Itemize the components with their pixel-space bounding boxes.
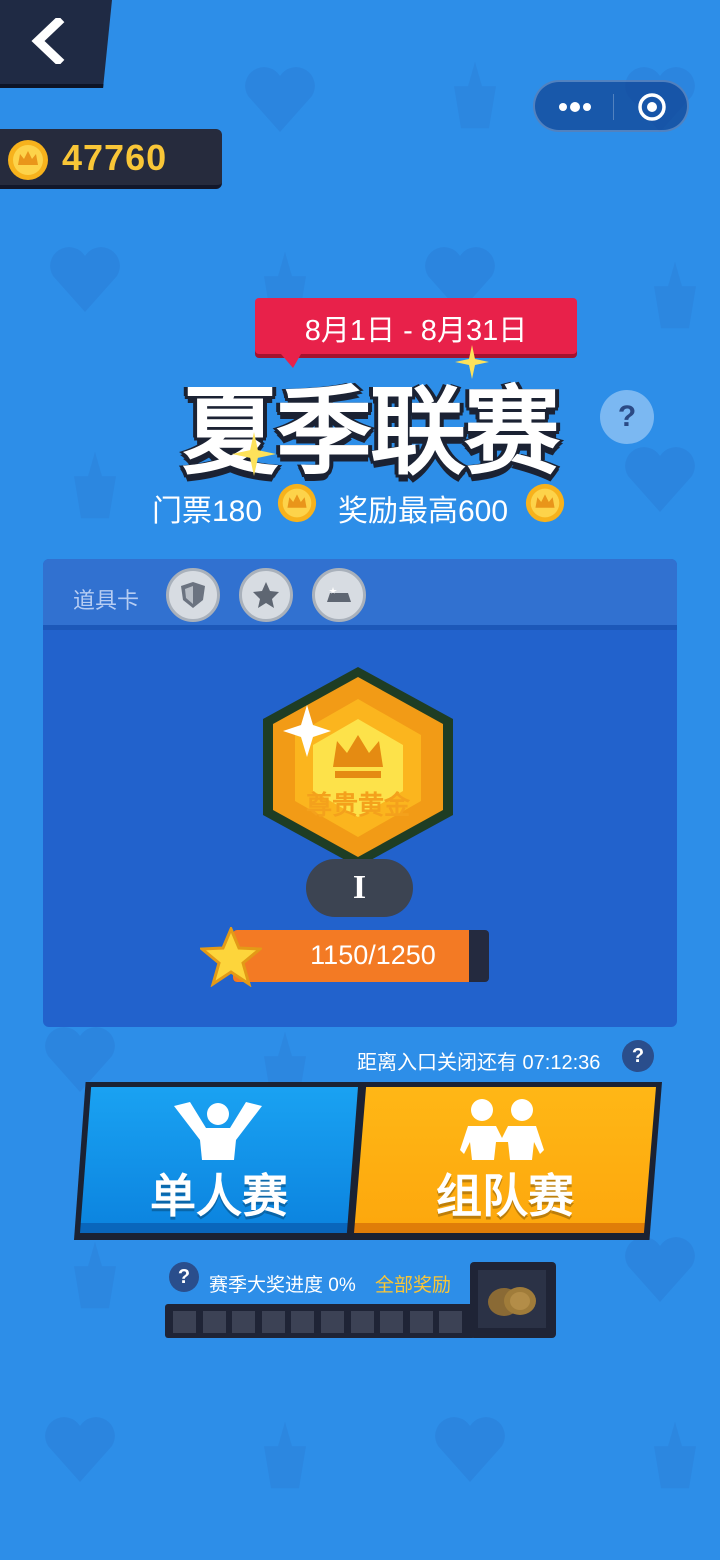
ticket-label: 门票180 (152, 495, 263, 528)
season-progress-segment (380, 1311, 404, 1333)
season-progress-segment (350, 1311, 374, 1333)
season-progress-segment (439, 1311, 463, 1333)
heart-icon (625, 1237, 695, 1302)
season-progress-track (165, 1304, 475, 1338)
heart-icon (435, 1417, 505, 1482)
magic-hat-icon (74, 1241, 116, 1309)
heart-icon (45, 1417, 115, 1482)
hat-icon (327, 587, 351, 602)
rank-score: 1150/1250 (310, 940, 436, 970)
shield-icon (181, 582, 205, 608)
max-reward-label: 奖励最高600 (338, 495, 509, 528)
magic-hat-icon (654, 1421, 696, 1489)
gold-coin-icon (525, 483, 565, 523)
star-icon (200, 927, 262, 987)
coin-stack-icon (488, 1287, 536, 1316)
sparkle-icon (232, 432, 276, 476)
sparkle-icon (455, 345, 489, 379)
shield-card[interactable] (166, 568, 220, 622)
rank-score-bar: 1150/1250 (233, 930, 489, 982)
props-bar: 道具卡 (43, 559, 677, 630)
single-mode-button[interactable]: 单人赛 (74, 1082, 364, 1240)
gold-coin-icon (8, 140, 48, 180)
date-range: 8月1日 - 8月31日 (304, 315, 528, 347)
coin-balance: 47760 (0, 129, 222, 189)
rank-name: 尊贵黄金 (305, 790, 410, 820)
more-icon[interactable] (555, 96, 595, 118)
countdown-help-button[interactable]: ? (622, 1040, 654, 1072)
star-icon (253, 582, 279, 608)
rules-help-button[interactable]: ? (600, 390, 654, 444)
team-players-icon (460, 1099, 544, 1160)
magic-hat-icon (264, 1421, 306, 1489)
gold-coin-icon (277, 483, 317, 523)
season-help-button[interactable]: ? (169, 1262, 199, 1292)
magic-hat-icon (74, 451, 116, 519)
season-progress-text: 赛季大奖进度 0% (209, 1275, 356, 1296)
date-ribbon: 8月1日 - 8月31日 (255, 298, 577, 368)
team-mode-label: 组队赛 (436, 1169, 574, 1223)
single-player-icon (174, 1102, 262, 1160)
season-progress-segment (409, 1311, 433, 1333)
page-title: 夏季联赛 (182, 376, 560, 488)
rank-tier: I (306, 859, 413, 917)
magic-hat-icon (454, 61, 496, 129)
season-progress-segment (291, 1311, 315, 1333)
miniprogram-capsule (533, 80, 689, 132)
rank-panel: 道具卡 尊贵黄金 I 1150/1250 (43, 559, 677, 1027)
season-progress-segment (321, 1311, 344, 1333)
grand-prize-box[interactable] (470, 1262, 556, 1338)
magic-hat-icon (654, 261, 696, 329)
star-card[interactable] (239, 568, 293, 622)
season-progress-segment (261, 1311, 285, 1333)
coin-amount: 47760 (62, 137, 168, 178)
team-mode-button[interactable]: 组队赛 (348, 1082, 662, 1240)
heart-icon (625, 447, 695, 512)
props-label: 道具卡 (73, 588, 140, 613)
close-miniprogram-icon[interactable] (637, 92, 667, 122)
entry-countdown: 距离入口关闭还有 07:12:36 (357, 1052, 601, 1074)
single-mode-label: 单人赛 (150, 1169, 288, 1223)
gold-rank-badge-icon (263, 667, 453, 867)
hat-card[interactable] (312, 568, 366, 622)
capsule-divider (613, 94, 614, 120)
heart-icon (50, 247, 120, 312)
season-progress: ? 赛季大奖进度 0% 全部奖励 (165, 1262, 557, 1340)
season-progress-segment (202, 1311, 226, 1333)
back-button[interactable] (0, 0, 112, 88)
all-rewards-link[interactable]: 全部奖励 (375, 1270, 451, 1297)
season-progress-segment (173, 1311, 196, 1333)
chevron-left-icon (31, 18, 65, 64)
heart-icon (245, 67, 315, 132)
ticket-reward-line: 门票180 奖励最高600 (152, 480, 582, 528)
season-progress-segment (232, 1311, 256, 1333)
